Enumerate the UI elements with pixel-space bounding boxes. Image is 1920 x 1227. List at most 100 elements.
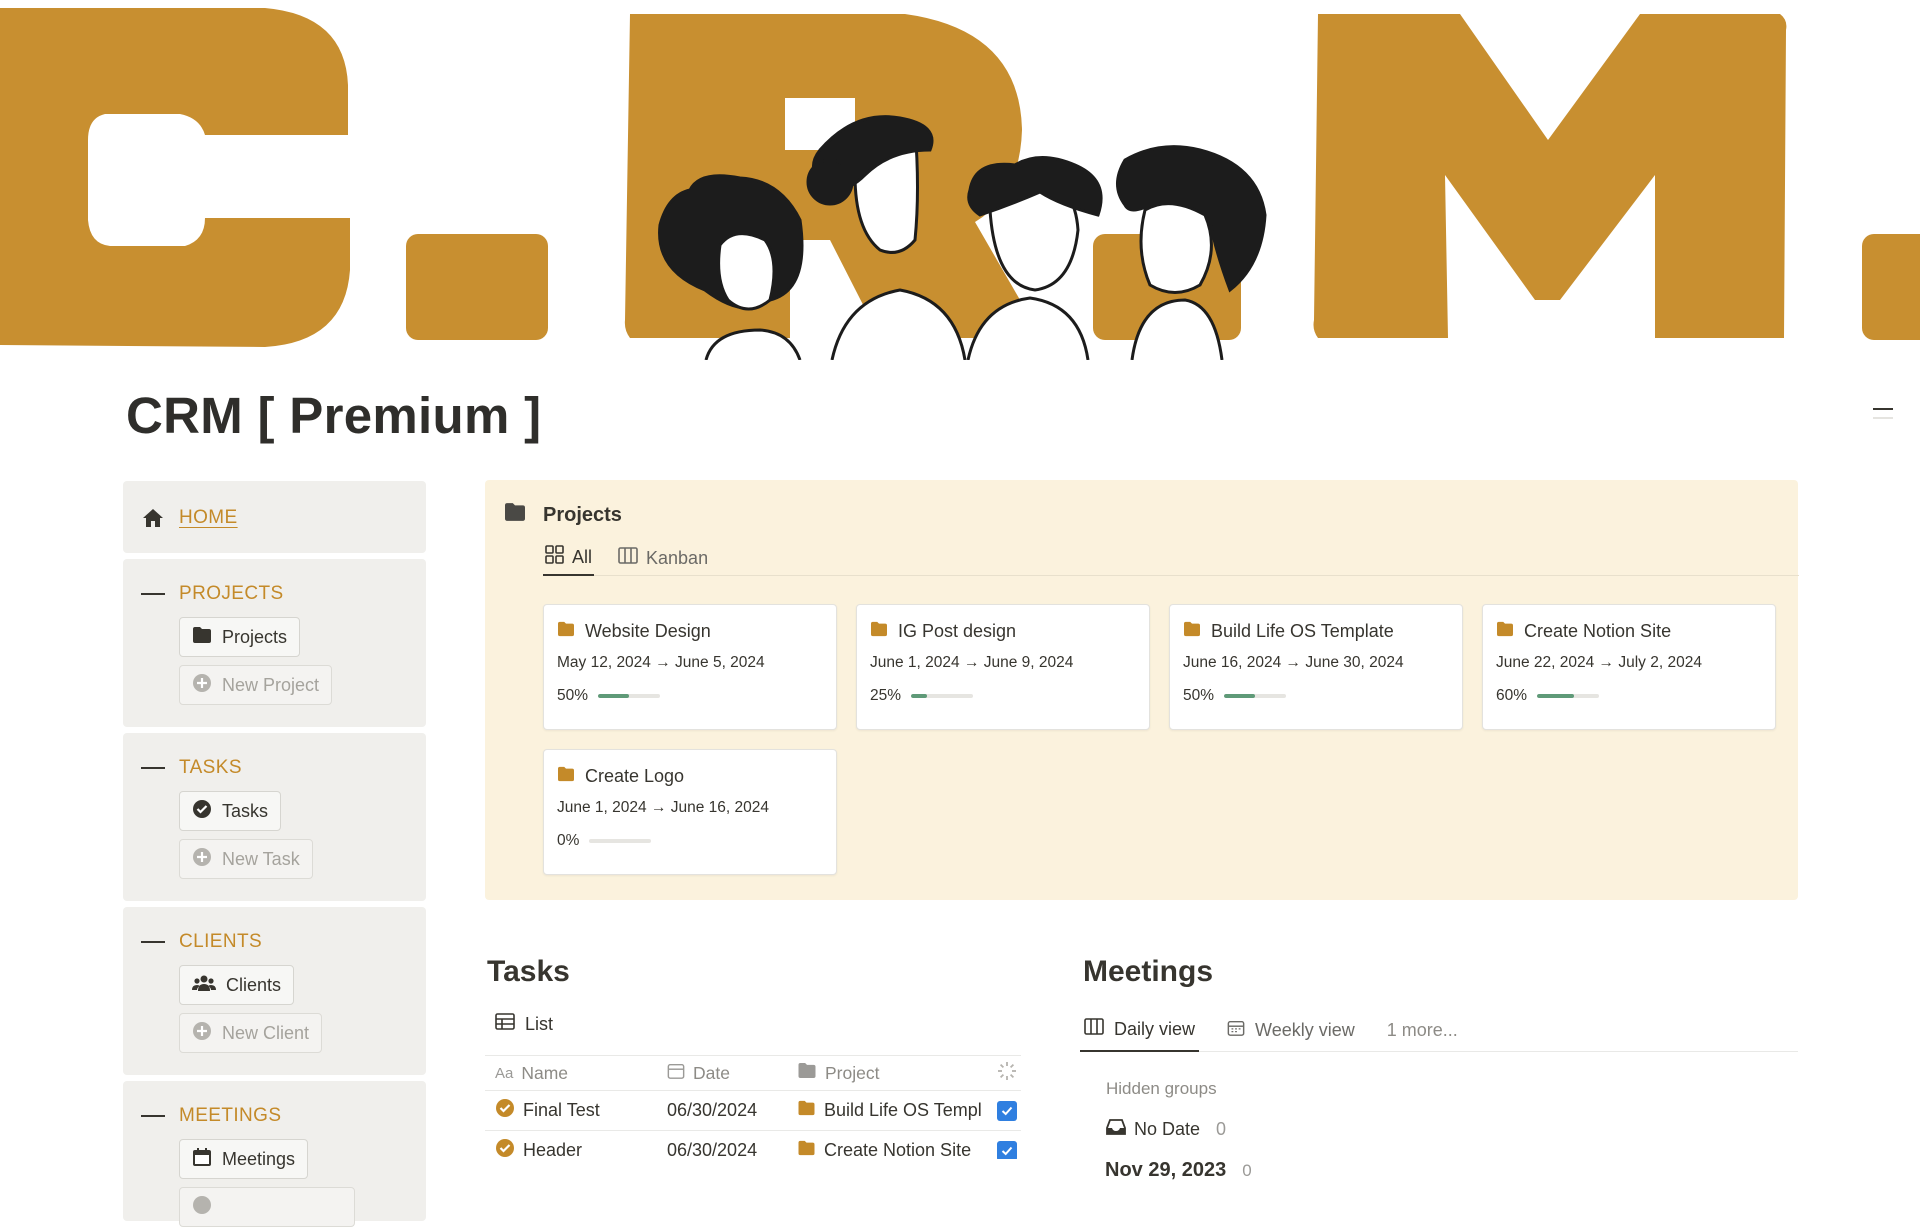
tab-all-label: All — [572, 546, 593, 567]
tab-all[interactable]: All — [543, 540, 595, 576]
loading-icon — [997, 1061, 1017, 1086]
project-card-dates: June 1, 2024 → June 16, 2024 — [557, 799, 769, 816]
folder-icon — [797, 1062, 817, 1084]
table-row[interactable]: Header 06/30/2024 Create Notion Site — [485, 1131, 1021, 1159]
project-card[interactable]: IG Post design June 1, 2024 → June 9, 20… — [856, 604, 1150, 730]
sidebar-tasks-heading: TASKS — [179, 757, 242, 778]
gallery-icon — [545, 545, 564, 569]
sidebar-clients-heading: CLIENTS — [179, 931, 263, 952]
project-card-dates: June 22, 2024 → July 2, 2024 — [1496, 654, 1702, 671]
meetings-heading: Meetings — [1083, 955, 1214, 988]
sidebar-tasks-block: TASKS Tasks New Task — [123, 733, 426, 901]
clients-button[interactable]: Clients — [179, 965, 295, 1005]
progress-bar — [911, 694, 974, 698]
project-card[interactable]: Create Logo June 1, 2024 → June 16, 2024… — [543, 749, 837, 875]
progress-bar-fill — [911, 694, 927, 698]
column-name-label: Name — [521, 1062, 569, 1083]
tab-daily-view[interactable]: Daily view — [1080, 1008, 1200, 1052]
tab-more-views-label: 1 more... — [1386, 1019, 1458, 1040]
tasks-heading: Tasks — [487, 955, 570, 988]
menu-icon — [141, 582, 165, 606]
projects-panel: Projects All Kanban Website Design May 1… — [485, 480, 1799, 900]
tab-more-views[interactable]: 1 more... — [1383, 1008, 1462, 1052]
sidebar-home-link[interactable]: HOME — [179, 507, 238, 529]
date-group-label: Nov 29, 2023 — [1105, 1159, 1227, 1181]
task-project-link[interactable]: Build Life OS Templ — [824, 1100, 982, 1121]
task-date: 06/30/2024 — [667, 1140, 758, 1159]
project-card[interactable]: Build Life OS Template June 16, 2024 → J… — [1169, 604, 1463, 730]
progress-bar — [598, 694, 661, 698]
people-icon — [192, 974, 216, 997]
column-status[interactable] — [992, 1061, 1021, 1086]
table-icon — [495, 1013, 515, 1035]
projects-button[interactable]: Projects — [179, 617, 301, 657]
table-row[interactable]: Final Test 06/30/2024 Build Life OS Temp… — [485, 1091, 1021, 1131]
sidebar-clients-block: CLIENTS Clients New Client — [123, 907, 426, 1075]
folder-icon — [870, 621, 888, 642]
meetings-view-tabs: Daily view Weekly view 1 more... — [1080, 1008, 1798, 1052]
tab-kanban[interactable]: Kanban — [616, 540, 710, 576]
project-card-dates: June 16, 2024 → June 30, 2024 — [1183, 654, 1404, 671]
date-group-count: 0 — [1242, 1161, 1252, 1180]
column-name[interactable]: Aa Name — [485, 1063, 657, 1084]
no-date-label: No Date — [1134, 1119, 1201, 1139]
task-done-checkbox[interactable] — [996, 1140, 1017, 1159]
progress-bar-fill — [1224, 694, 1256, 698]
project-card-name: Build Life OS Template — [1211, 620, 1394, 641]
project-card[interactable]: Website Design May 12, 2024 → June 5, 20… — [543, 604, 837, 730]
project-card-name: Website Design — [585, 620, 711, 641]
new-project-button[interactable]: New Project — [179, 665, 333, 705]
task-name: Header — [523, 1140, 583, 1159]
folder-icon — [1496, 621, 1514, 642]
sidebar-nav: HOME PROJECTS Projects New Project TASKS… — [123, 481, 426, 1227]
new-task-button[interactable]: New Task — [179, 839, 313, 879]
progress-bar-fill — [1537, 694, 1575, 698]
project-card-dates: June 1, 2024 → June 9, 2024 — [870, 654, 1074, 671]
tasks-view-label: List — [525, 1013, 554, 1034]
projects-view-tabs: All Kanban — [543, 540, 1799, 576]
meetings-button[interactable]: Meetings — [179, 1139, 309, 1179]
folder-icon — [192, 626, 212, 649]
tasks-button[interactable]: Tasks — [179, 791, 282, 831]
new-client-button[interactable]: New Client — [179, 1013, 323, 1053]
plus-circle-icon — [192, 847, 212, 872]
page-title: CRM [ Premium ] — [126, 387, 542, 444]
no-date-group[interactable]: No Date 0 — [1106, 1118, 1226, 1141]
tasks-view-tab[interactable]: List — [495, 1013, 553, 1035]
inbox-icon — [1106, 1118, 1126, 1141]
column-date[interactable]: Date — [657, 1062, 787, 1085]
folder-icon — [1183, 621, 1201, 642]
date-group-header[interactable]: Nov 29, 2023 0 — [1105, 1159, 1252, 1182]
project-card-progress-label: 0% — [557, 832, 580, 849]
task-project-link[interactable]: Create Notion Site — [824, 1140, 971, 1159]
plus-circle-icon — [192, 673, 212, 698]
folder-icon — [797, 1100, 816, 1121]
board-icon — [1084, 1018, 1104, 1040]
progress-bar — [1537, 694, 1600, 698]
sidebar-home-block: HOME — [123, 481, 426, 553]
projects-title-text: Projects — [543, 503, 622, 526]
meetings-button-label: Meetings — [222, 1148, 296, 1169]
project-card[interactable]: Create Notion Site June 22, 2024 → July … — [1482, 604, 1776, 730]
folder-icon — [797, 1140, 816, 1159]
check-circle-icon — [192, 799, 212, 824]
project-card-progress-label: 60% — [1496, 687, 1528, 704]
sidebar-meetings-block: MEETINGS Meetings — [123, 1081, 426, 1227]
projects-database-title[interactable]: Projects — [503, 502, 622, 528]
tab-weekly-view[interactable]: Weekly view — [1223, 1008, 1359, 1052]
project-card-name: IG Post design — [898, 620, 1017, 641]
new-task-label: New Task — [222, 848, 300, 869]
task-done-checkbox[interactable] — [996, 1100, 1017, 1121]
tab-daily-view-label: Daily view — [1114, 1018, 1196, 1039]
project-card-dates: May 12, 2024 → June 5, 2024 — [557, 654, 765, 671]
progress-bar — [589, 839, 652, 843]
cover-dot-3 — [1862, 234, 1920, 340]
hidden-groups-label[interactable]: Hidden groups — [1106, 1079, 1217, 1099]
plus-circle-icon — [192, 1195, 212, 1220]
table-of-contents-icon[interactable] — [1873, 408, 1895, 430]
new-meeting-button[interactable] — [179, 1187, 355, 1227]
column-project[interactable]: Project — [787, 1062, 992, 1084]
calendar-icon — [192, 1147, 212, 1172]
project-card-name: Create Notion Site — [1524, 620, 1672, 641]
home-icon — [141, 506, 165, 530]
